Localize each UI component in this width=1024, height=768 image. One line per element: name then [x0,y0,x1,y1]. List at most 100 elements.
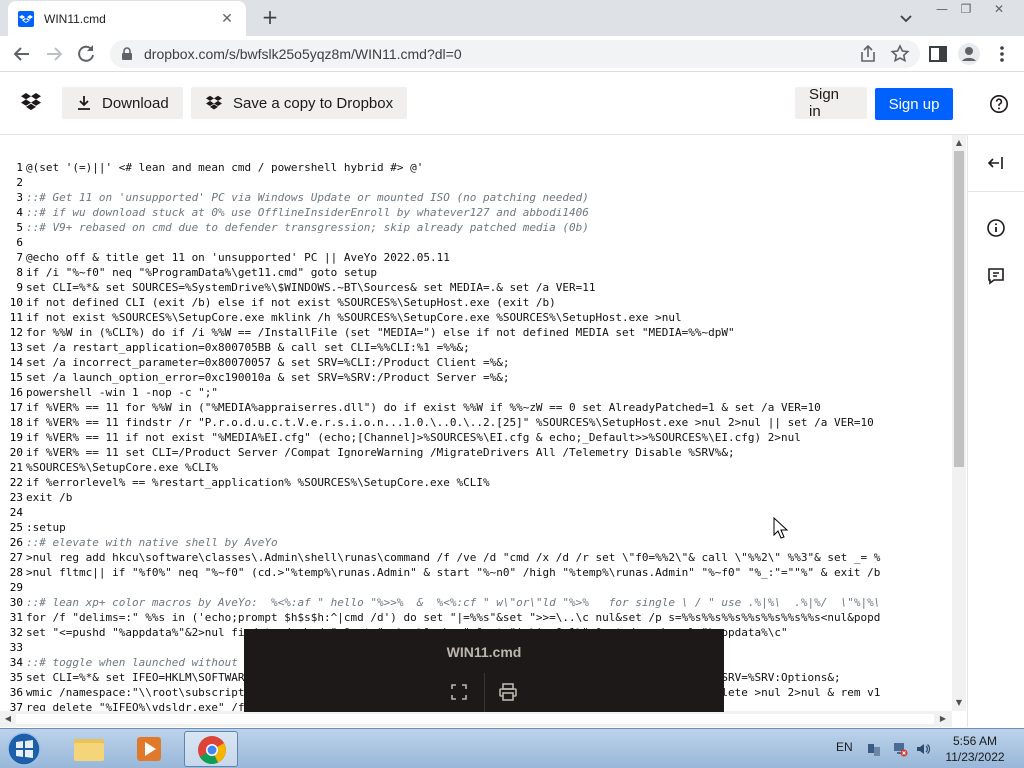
line-number: 11 [9,311,23,324]
action-center-flag-icon[interactable] [866,741,882,757]
line-text: set CLI=%*& set SOURCES=%SystemDrive%\$W… [26,281,596,294]
code-line: 27 >nul reg add hkcu\software\classes\.Ad… [0,550,952,565]
vertical-scrollbar[interactable]: ▲ ▼ [952,135,966,711]
code-line: 6 [0,235,952,250]
horizontal-scroll-thumb[interactable] [16,714,934,724]
help-icon[interactable] [989,94,1009,114]
profile-avatar-icon[interactable] [957,42,981,66]
new-tab-button[interactable]: + [258,5,282,29]
line-number: 5 [16,221,23,234]
line-number: 13 [9,341,23,354]
line-number: 22 [9,476,23,489]
side-panel-icon[interactable] [926,42,950,66]
fullscreen-icon[interactable] [447,680,471,704]
sign-up-button[interactable]: Sign up [875,88,953,120]
code-line: 26::# elevate with native shell by AveYo [0,535,952,550]
restore-button[interactable]: ❐ [952,0,980,20]
line-text: if /i "%~f0" neq "%ProgramData%\get11.cm… [26,266,377,279]
dropbox-logo-icon[interactable] [20,92,42,112]
browser-tab[interactable]: WIN11.cmd ✕ [8,1,246,36]
close-window-button[interactable]: ✕ [984,0,1014,20]
line-number: 30 [9,596,23,609]
media-player-icon [137,737,161,761]
volume-icon[interactable] [915,741,931,757]
start-button-icon[interactable] [4,731,44,767]
code-line: 20 if %VER% == 11 set CLI=/Product Server… [0,445,952,460]
horizontal-scrollbar[interactable]: ◀ ▶ [0,711,952,727]
code-line: 29 [0,580,952,595]
language-indicator[interactable]: EN [836,740,853,754]
system-clock[interactable]: 5:56 AM 11/23/2022 [940,733,1010,765]
line-text: ::# V9+ rebased on cmd due to defender t… [26,221,589,234]
line-number: 26 [9,536,23,549]
code-line: 23 exit /b [0,490,952,505]
line-text: %SOURCES%\SetupCore.exe %CLI% [26,461,219,474]
line-number: 2 [16,176,23,189]
line-number: 1 [16,161,23,174]
download-label: Download [102,94,169,112]
line-text: if %VER% == 11 for %%W in ("%MEDIA%appra… [26,401,821,414]
bookmark-star-icon[interactable] [888,42,912,66]
save-to-dropbox-button[interactable]: Save a copy to Dropbox [191,87,408,119]
network-error-icon[interactable] [892,741,908,757]
print-icon[interactable] [496,680,520,704]
browser-toolbar: dropbox.com/s/bwfslk25o5yqz8m/WIN11.cmd?… [0,36,1024,72]
clock-time: 5:56 AM [952,734,998,748]
line-number: 33 [9,641,23,654]
dropbox-header: Download Save a copy to Dropbox Sign in … [0,72,1024,135]
line-number: 9 [16,281,23,294]
line-number: 36 [9,686,23,699]
overlay-file-name: WIN11.cmd [446,644,522,660]
vertical-scroll-thumb[interactable] [954,151,964,467]
line-number: 25 [9,521,23,534]
scroll-right-arrow-icon[interactable]: ▶ [936,711,950,727]
lock-icon[interactable] [120,47,134,61]
reload-icon[interactable] [74,42,98,66]
menu-kebab-icon[interactable] [990,42,1014,66]
code-line: 8 if /i "%~f0" neq "%ProgramData%\get11.c… [0,265,952,280]
line-text: if %VER% == 11 findstr /r "P.r.o.d.u.c.t… [26,416,874,429]
code-line: 24 [0,505,952,520]
line-text: if %VER% == 11 set CLI=/Product Server /… [26,446,735,459]
scroll-up-arrow-icon[interactable]: ▲ [952,136,966,150]
line-text: ::# Get 11 on 'unsupported' PC via Windo… [26,191,589,204]
collapse-sidebar-icon[interactable] [986,153,1006,173]
code-line: 28 >nul fltmc|| if "%f0%" neq "%~f0" (cd.… [0,565,952,580]
scroll-left-arrow-icon[interactable]: ◀ [1,711,15,727]
taskbar-explorer-button[interactable] [62,731,116,767]
share-icon[interactable] [856,42,880,66]
address-bar[interactable]: dropbox.com/s/bwfslk25o5yqz8m/WIN11.cmd?… [110,40,920,68]
line-number: 27 [9,551,23,564]
code-line: 2 [0,175,952,190]
dropbox-icon [206,95,222,110]
line-text: @echo off & title get 11 on 'unsupported… [26,251,450,264]
url-text[interactable]: dropbox.com/s/bwfslk25o5yqz8m/WIN11.cmd?… [144,46,856,62]
taskbar-chrome-button[interactable] [184,731,238,767]
code-line: 13 set /a restart_application=0x800705BB … [0,340,952,355]
folder-icon [74,739,104,761]
tab-search-chevron-icon[interactable] [896,8,916,28]
line-number: 29 [9,581,23,594]
line-number: 14 [9,356,23,369]
line-number: 31 [9,611,23,624]
sign-in-button[interactable]: Sign in [795,86,867,120]
clock-date: 11/23/2022 [945,750,1005,764]
comment-icon[interactable] [986,266,1006,286]
download-button[interactable]: Download [62,87,183,119]
tab-close-icon[interactable]: ✕ [218,11,236,27]
code-line: 12 for %%W in (%CLI%) do if /i %%W == /In… [0,325,952,340]
chrome-icon [198,736,226,764]
tab-title: WIN11.cmd [44,11,106,26]
code-line: 30::# lean xp+ color macros by AveYo: %<… [0,595,952,610]
scroll-down-arrow-icon[interactable]: ▼ [952,696,966,710]
taskbar-media-player-button[interactable] [122,731,176,767]
back-arrow-icon[interactable] [10,42,34,66]
line-text: for /f "delims=:" %%s in ('echo;prompt $… [26,611,881,624]
save-copy-label: Save a copy to Dropbox [233,94,394,112]
forward-arrow-icon[interactable] [42,42,66,66]
line-number: 4 [16,206,23,219]
line-text: :setup [26,521,66,534]
info-icon[interactable] [986,218,1006,238]
line-text: powershell -win 1 -nop -c ";" [26,386,219,399]
line-text: exit /b [26,491,73,504]
